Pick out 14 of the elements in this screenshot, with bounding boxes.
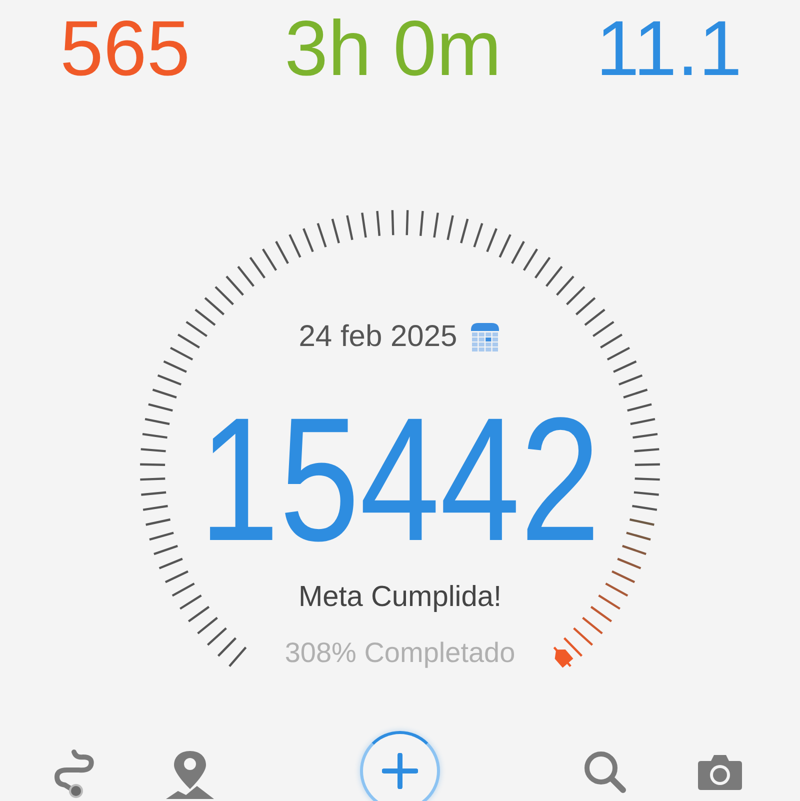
route-icon[interactable] xyxy=(53,749,97,799)
goal-status: Meta Cumplida! xyxy=(298,580,502,615)
calendar-icon[interactable] xyxy=(469,321,502,353)
plus-icon xyxy=(382,753,418,789)
stat-value: 565 xyxy=(60,3,190,94)
progress-label: 308% Completado xyxy=(284,636,516,670)
stat-value: 11.1 xyxy=(596,3,742,94)
date-label: 24 feb 2025 xyxy=(298,320,458,354)
map-pin-icon[interactable] xyxy=(164,749,216,799)
add-button[interactable] xyxy=(360,731,440,801)
camera-icon[interactable] xyxy=(697,753,743,791)
search-icon[interactable] xyxy=(582,749,628,795)
stat-value: 3h 0m xyxy=(284,3,502,94)
step-count: 15442 xyxy=(199,385,601,575)
